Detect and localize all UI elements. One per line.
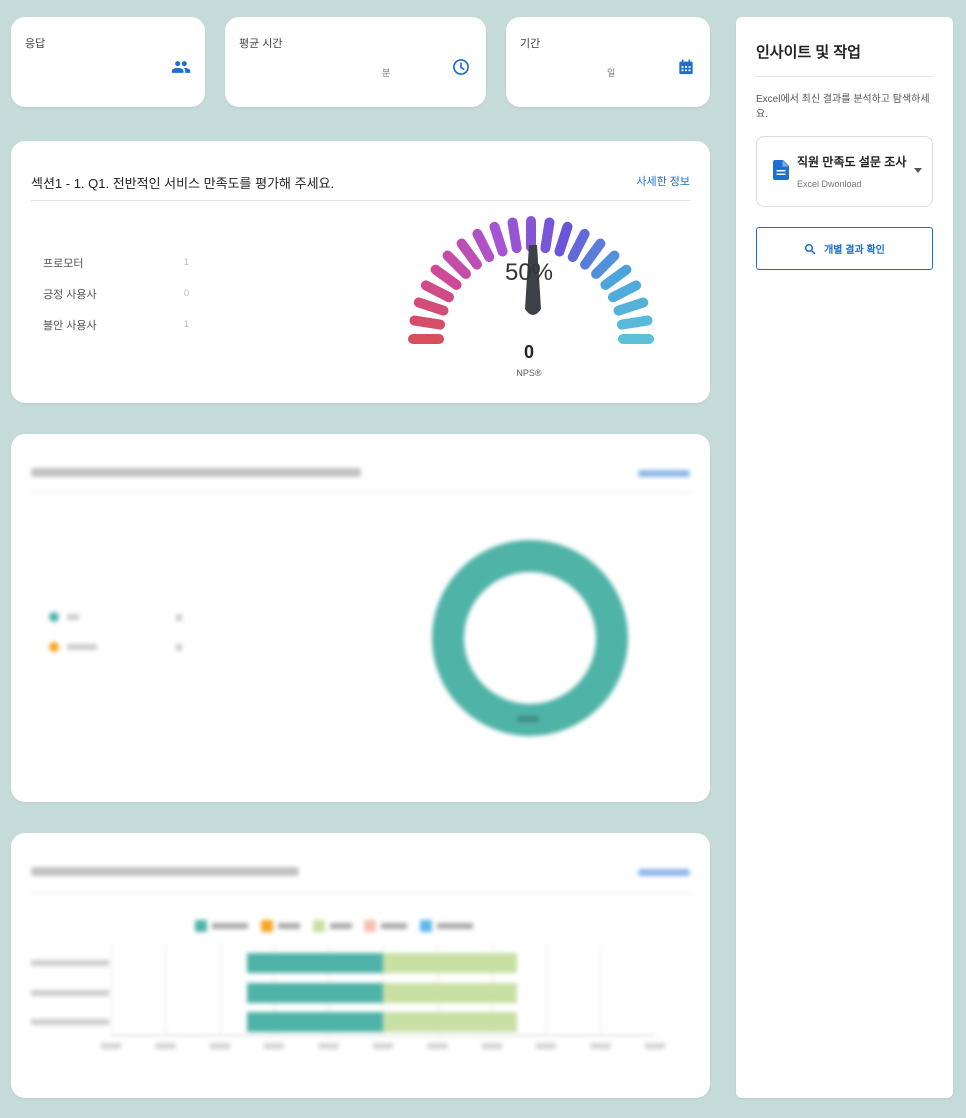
excel-download-select[interactable]: 직원 만족도 설문 조사 Excel Dwonload bbox=[756, 136, 933, 207]
bar-question-card bbox=[11, 833, 710, 1098]
gauge-percent: 50% bbox=[504, 259, 554, 286]
donut-chart bbox=[432, 540, 628, 736]
bar-teal bbox=[247, 953, 383, 973]
divider bbox=[31, 893, 690, 894]
bar-green bbox=[383, 953, 517, 973]
gauge-segment bbox=[456, 238, 482, 270]
gauge-segment bbox=[489, 221, 508, 257]
blurred-detail-link bbox=[638, 869, 690, 876]
stat-label: 응답 bbox=[25, 38, 46, 50]
legend-dot-teal bbox=[49, 612, 59, 622]
gauge-segment bbox=[613, 297, 649, 316]
blurred-row-label bbox=[31, 990, 109, 996]
gauge-segment bbox=[507, 217, 522, 254]
bar-chart-axis bbox=[111, 1035, 655, 1036]
passive-label: 긍정 사용사 bbox=[43, 289, 97, 301]
blurred-title bbox=[31, 468, 361, 477]
legend-chip-orange bbox=[260, 920, 273, 932]
view-results-label: 개별 결과 확인 bbox=[824, 245, 885, 256]
stat-label: 기간 bbox=[520, 38, 541, 50]
question-title: 섹션1 - 1. Q1. 전반적인 서비스 만족도를 평가해 주세요. bbox=[31, 176, 335, 191]
legend-chip-green bbox=[312, 920, 325, 932]
divider bbox=[756, 76, 933, 77]
detail-link[interactable]: 사세한 정보 bbox=[636, 173, 690, 189]
stat-label: 평균 시간 bbox=[239, 38, 283, 50]
search-icon bbox=[805, 243, 816, 254]
gauge-segment bbox=[413, 297, 449, 316]
gauge-segment bbox=[616, 315, 653, 330]
blurred-legend-value bbox=[176, 644, 182, 651]
blurred-content bbox=[11, 833, 710, 1098]
gauge-segment bbox=[580, 238, 606, 270]
stat-card-responses: 응답 bbox=[11, 17, 205, 107]
blurred-detail-link bbox=[638, 470, 690, 477]
promoter-label: 프로모터 bbox=[43, 258, 84, 270]
legend-chip-salmon bbox=[364, 920, 377, 932]
gauge-segment bbox=[554, 221, 573, 257]
nps-label: NPS® bbox=[516, 368, 542, 378]
blurred-title bbox=[31, 867, 299, 876]
blurred-axis-ticks bbox=[101, 1043, 667, 1049]
stat-unit: 분 bbox=[382, 68, 391, 78]
blurred-row-label bbox=[31, 960, 109, 966]
clock-icon bbox=[453, 59, 469, 75]
legend-dot-orange bbox=[49, 642, 59, 652]
download-title: 직원 만족도 설문 조사 bbox=[797, 155, 907, 169]
gauge-segment bbox=[442, 250, 471, 279]
blurred-row-label bbox=[31, 1019, 109, 1025]
blurred-content bbox=[11, 434, 710, 802]
blurred-legend-text bbox=[67, 614, 79, 620]
nps-value: 0 bbox=[523, 342, 534, 362]
insights-sidebar: 인사이트 및 작업 Excel에서 최신 결과를 분석하고 탐색하세요. 직원 … bbox=[736, 17, 953, 1098]
stat-card-period: 기간 일 bbox=[506, 17, 710, 107]
gauge-segment bbox=[540, 217, 555, 254]
legend-chip-blue bbox=[420, 920, 433, 932]
detractor-count: 1 bbox=[184, 319, 190, 329]
legend-chip-teal bbox=[195, 920, 207, 932]
gauge-segment bbox=[420, 280, 455, 303]
sidebar-title: 인사이트 및 작업 bbox=[756, 44, 861, 61]
passive-count: 0 bbox=[184, 288, 190, 298]
file-icon bbox=[773, 160, 789, 180]
blurred-donut-label bbox=[517, 716, 539, 722]
calendar-icon bbox=[679, 59, 693, 75]
bar-teal bbox=[247, 1012, 383, 1032]
people-icon bbox=[171, 61, 191, 73]
blurred-legend-value bbox=[176, 614, 182, 621]
blurred-legend bbox=[195, 920, 535, 934]
gauge-segment bbox=[409, 315, 446, 330]
bar-green bbox=[383, 1012, 517, 1032]
blurred-legend-text bbox=[67, 644, 97, 650]
nps-question-card: 섹션1 - 1. Q1. 전반적인 서비스 만족도를 평가해 주세요. 사세한 … bbox=[11, 141, 710, 403]
gauge-segment bbox=[472, 228, 495, 263]
view-results-button[interactable]: 개별 결과 확인 bbox=[756, 227, 933, 270]
download-subtitle: Excel Dwonload bbox=[797, 179, 862, 189]
chevron-down-icon bbox=[914, 168, 922, 173]
divider bbox=[31, 492, 690, 493]
detractor-label: 불안 사용사 bbox=[43, 320, 97, 332]
promoter-count: 1 bbox=[184, 257, 190, 267]
gauge-segment bbox=[591, 250, 620, 279]
sidebar-description: Excel에서 최신 결과를 분석하고 탐색하세요. bbox=[756, 94, 930, 120]
gauge-segment bbox=[600, 264, 632, 290]
bar-green bbox=[383, 983, 517, 1003]
donut-question-card bbox=[11, 434, 710, 802]
bar-teal bbox=[247, 983, 383, 1003]
gauge-segment bbox=[430, 264, 462, 290]
gauge-segment bbox=[607, 280, 642, 303]
gauge-segment bbox=[567, 228, 590, 263]
stat-card-avg-time: 평균 시간 분 bbox=[225, 17, 486, 107]
stat-unit: 일 bbox=[607, 68, 616, 78]
